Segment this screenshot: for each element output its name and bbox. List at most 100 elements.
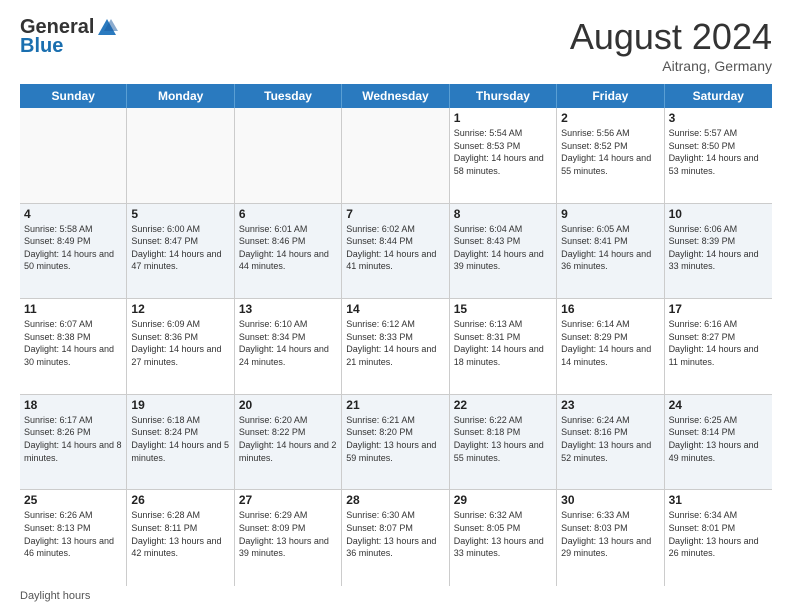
cell-info: Sunrise: 6:34 AMSunset: 8:01 PMDaylight:…	[669, 509, 768, 559]
day-number: 17	[669, 302, 768, 316]
calendar-cell: 9 Sunrise: 6:05 AMSunset: 8:41 PMDaylight…	[557, 204, 664, 299]
calendar-cell: 25 Sunrise: 6:26 AMSunset: 8:13 PMDayligh…	[20, 490, 127, 586]
calendar-cell: 1 Sunrise: 5:54 AMSunset: 8:53 PMDaylight…	[450, 108, 557, 203]
cell-info: Sunrise: 6:14 AMSunset: 8:29 PMDaylight:…	[561, 318, 659, 368]
cell-info: Sunrise: 5:54 AMSunset: 8:53 PMDaylight:…	[454, 127, 552, 177]
cell-info: Sunrise: 6:01 AMSunset: 8:46 PMDaylight:…	[239, 223, 337, 273]
calendar-cell: 8Sunrise: 6:04 AMSunset: 8:43 PMDaylight…	[450, 204, 557, 299]
cell-info: Sunrise: 6:25 AMSunset: 8:14 PMDaylight:…	[669, 414, 768, 464]
location: Aitrang, Germany	[570, 58, 772, 74]
calendar-body: 1 Sunrise: 5:54 AMSunset: 8:53 PMDaylight…	[20, 108, 772, 586]
calendar-header: SundayMondayTuesdayWednesdayThursdayFrid…	[20, 84, 772, 108]
day-number: 21	[346, 398, 444, 412]
calendar-cell: 21Sunrise: 6:21 AMSunset: 8:20 PMDayligh…	[342, 395, 449, 490]
day-header-wednesday: Wednesday	[342, 84, 449, 108]
calendar-cell: 26Sunrise: 6:28 AMSunset: 8:11 PMDayligh…	[127, 490, 234, 586]
cell-info: Sunrise: 6:24 AMSunset: 8:16 PMDaylight:…	[561, 414, 659, 464]
day-number: 23	[561, 398, 659, 412]
cell-info: Sunrise: 6:18 AMSunset: 8:24 PMDaylight:…	[131, 414, 229, 464]
calendar-cell: 28 Sunrise: 6:30 AMSunset: 8:07 PMDayligh…	[342, 490, 449, 586]
calendar-cell: 14Sunrise: 6:12 AMSunset: 8:33 PMDayligh…	[342, 299, 449, 394]
cell-info: Sunrise: 6:17 AMSunset: 8:26 PMDaylight:…	[24, 414, 122, 464]
day-number: 10	[669, 207, 768, 221]
calendar-cell: 19 Sunrise: 6:18 AMSunset: 8:24 PMDayligh…	[127, 395, 234, 490]
calendar-cell: 5Sunrise: 6:00 AMSunset: 8:47 PMDaylight…	[127, 204, 234, 299]
calendar-row-2: 4 Sunrise: 5:58 AMSunset: 8:49 PMDaylight…	[20, 204, 772, 300]
day-number: 16	[561, 302, 659, 316]
cell-info: Sunrise: 6:09 AMSunset: 8:36 PMDaylight:…	[131, 318, 229, 368]
day-number: 14	[346, 302, 444, 316]
day-number: 25	[24, 493, 122, 507]
cell-info: Sunrise: 5:58 AMSunset: 8:49 PMDaylight:…	[24, 223, 122, 273]
cell-info: Sunrise: 6:02 AMSunset: 8:44 PMDaylight:…	[346, 223, 444, 273]
calendar-cell: 24 Sunrise: 6:25 AMSunset: 8:14 PMDayligh…	[665, 395, 772, 490]
day-header-thursday: Thursday	[450, 84, 557, 108]
calendar-cell: 2 Sunrise: 5:56 AMSunset: 8:52 PMDaylight…	[557, 108, 664, 203]
header: General Blue August 2024 Aitrang, German…	[20, 16, 772, 74]
page: General Blue August 2024 Aitrang, German…	[0, 0, 792, 612]
calendar-cell: 20Sunrise: 6:20 AMSunset: 8:22 PMDayligh…	[235, 395, 342, 490]
calendar-cell: 12 Sunrise: 6:09 AMSunset: 8:36 PMDayligh…	[127, 299, 234, 394]
calendar-row-4: 18 Sunrise: 6:17 AMSunset: 8:26 PMDayligh…	[20, 395, 772, 491]
day-number: 24	[669, 398, 768, 412]
calendar-cell	[235, 108, 342, 203]
cell-info: Sunrise: 6:06 AMSunset: 8:39 PMDaylight:…	[669, 223, 768, 273]
logo-icon	[96, 17, 118, 39]
cell-info: Sunrise: 6:26 AMSunset: 8:13 PMDaylight:…	[24, 509, 122, 559]
day-number: 1	[454, 111, 552, 125]
calendar-cell: 4 Sunrise: 5:58 AMSunset: 8:49 PMDaylight…	[20, 204, 127, 299]
calendar-cell: 13 Sunrise: 6:10 AMSunset: 8:34 PMDayligh…	[235, 299, 342, 394]
cell-info: Sunrise: 6:32 AMSunset: 8:05 PMDaylight:…	[454, 509, 552, 559]
calendar-cell: 27 Sunrise: 6:29 AMSunset: 8:09 PMDayligh…	[235, 490, 342, 586]
calendar-cell: 11Sunrise: 6:07 AMSunset: 8:38 PMDayligh…	[20, 299, 127, 394]
day-number: 12	[131, 302, 229, 316]
day-number: 2	[561, 111, 659, 125]
cell-info: Sunrise: 6:07 AMSunset: 8:38 PMDaylight:…	[24, 318, 122, 368]
day-header-saturday: Saturday	[665, 84, 772, 108]
cell-info: Sunrise: 6:28 AMSunset: 8:11 PMDaylight:…	[131, 509, 229, 559]
calendar-row-3: 11Sunrise: 6:07 AMSunset: 8:38 PMDayligh…	[20, 299, 772, 395]
day-number: 20	[239, 398, 337, 412]
calendar-cell: 31Sunrise: 6:34 AMSunset: 8:01 PMDayligh…	[665, 490, 772, 586]
cell-info: Sunrise: 6:05 AMSunset: 8:41 PMDaylight:…	[561, 223, 659, 273]
cell-info: Sunrise: 6:13 AMSunset: 8:31 PMDaylight:…	[454, 318, 552, 368]
cell-info: Sunrise: 6:29 AMSunset: 8:09 PMDaylight:…	[239, 509, 337, 559]
day-number: 4	[24, 207, 122, 221]
day-number: 3	[669, 111, 768, 125]
calendar-cell: 15 Sunrise: 6:13 AMSunset: 8:31 PMDayligh…	[450, 299, 557, 394]
calendar-cell: 10 Sunrise: 6:06 AMSunset: 8:39 PMDayligh…	[665, 204, 772, 299]
calendar-cell: 18 Sunrise: 6:17 AMSunset: 8:26 PMDayligh…	[20, 395, 127, 490]
cell-info: Sunrise: 5:57 AMSunset: 8:50 PMDaylight:…	[669, 127, 768, 177]
cell-info: Sunrise: 6:00 AMSunset: 8:47 PMDaylight:…	[131, 223, 229, 273]
day-header-tuesday: Tuesday	[235, 84, 342, 108]
cell-info: Sunrise: 6:33 AMSunset: 8:03 PMDaylight:…	[561, 509, 659, 559]
cell-info: Sunrise: 6:30 AMSunset: 8:07 PMDaylight:…	[346, 509, 444, 559]
day-number: 13	[239, 302, 337, 316]
day-number: 29	[454, 493, 552, 507]
day-header-sunday: Sunday	[20, 84, 127, 108]
day-number: 30	[561, 493, 659, 507]
calendar-cell: 3 Sunrise: 5:57 AMSunset: 8:50 PMDaylight…	[665, 108, 772, 203]
calendar-cell: 29 Sunrise: 6:32 AMSunset: 8:05 PMDayligh…	[450, 490, 557, 586]
calendar-cell: 23 Sunrise: 6:24 AMSunset: 8:16 PMDayligh…	[557, 395, 664, 490]
day-header-friday: Friday	[557, 84, 664, 108]
calendar-cell: 16 Sunrise: 6:14 AMSunset: 8:29 PMDayligh…	[557, 299, 664, 394]
cell-info: Sunrise: 6:10 AMSunset: 8:34 PMDaylight:…	[239, 318, 337, 368]
day-number: 22	[454, 398, 552, 412]
title-section: August 2024 Aitrang, Germany	[570, 16, 772, 74]
day-number: 15	[454, 302, 552, 316]
logo: General Blue	[20, 16, 118, 58]
cell-info: Sunrise: 5:56 AMSunset: 8:52 PMDaylight:…	[561, 127, 659, 177]
day-number: 28	[346, 493, 444, 507]
calendar-cell: 7Sunrise: 6:02 AMSunset: 8:44 PMDaylight…	[342, 204, 449, 299]
day-number: 9	[561, 207, 659, 221]
logo-blue: Blue	[20, 35, 63, 58]
day-number: 19	[131, 398, 229, 412]
calendar-cell	[342, 108, 449, 203]
calendar: SundayMondayTuesdayWednesdayThursdayFrid…	[20, 84, 772, 586]
day-number: 27	[239, 493, 337, 507]
cell-info: Sunrise: 6:04 AMSunset: 8:43 PMDaylight:…	[454, 223, 552, 273]
calendar-cell: 6Sunrise: 6:01 AMSunset: 8:46 PMDaylight…	[235, 204, 342, 299]
calendar-row-5: 25 Sunrise: 6:26 AMSunset: 8:13 PMDayligh…	[20, 490, 772, 586]
day-number: 18	[24, 398, 122, 412]
